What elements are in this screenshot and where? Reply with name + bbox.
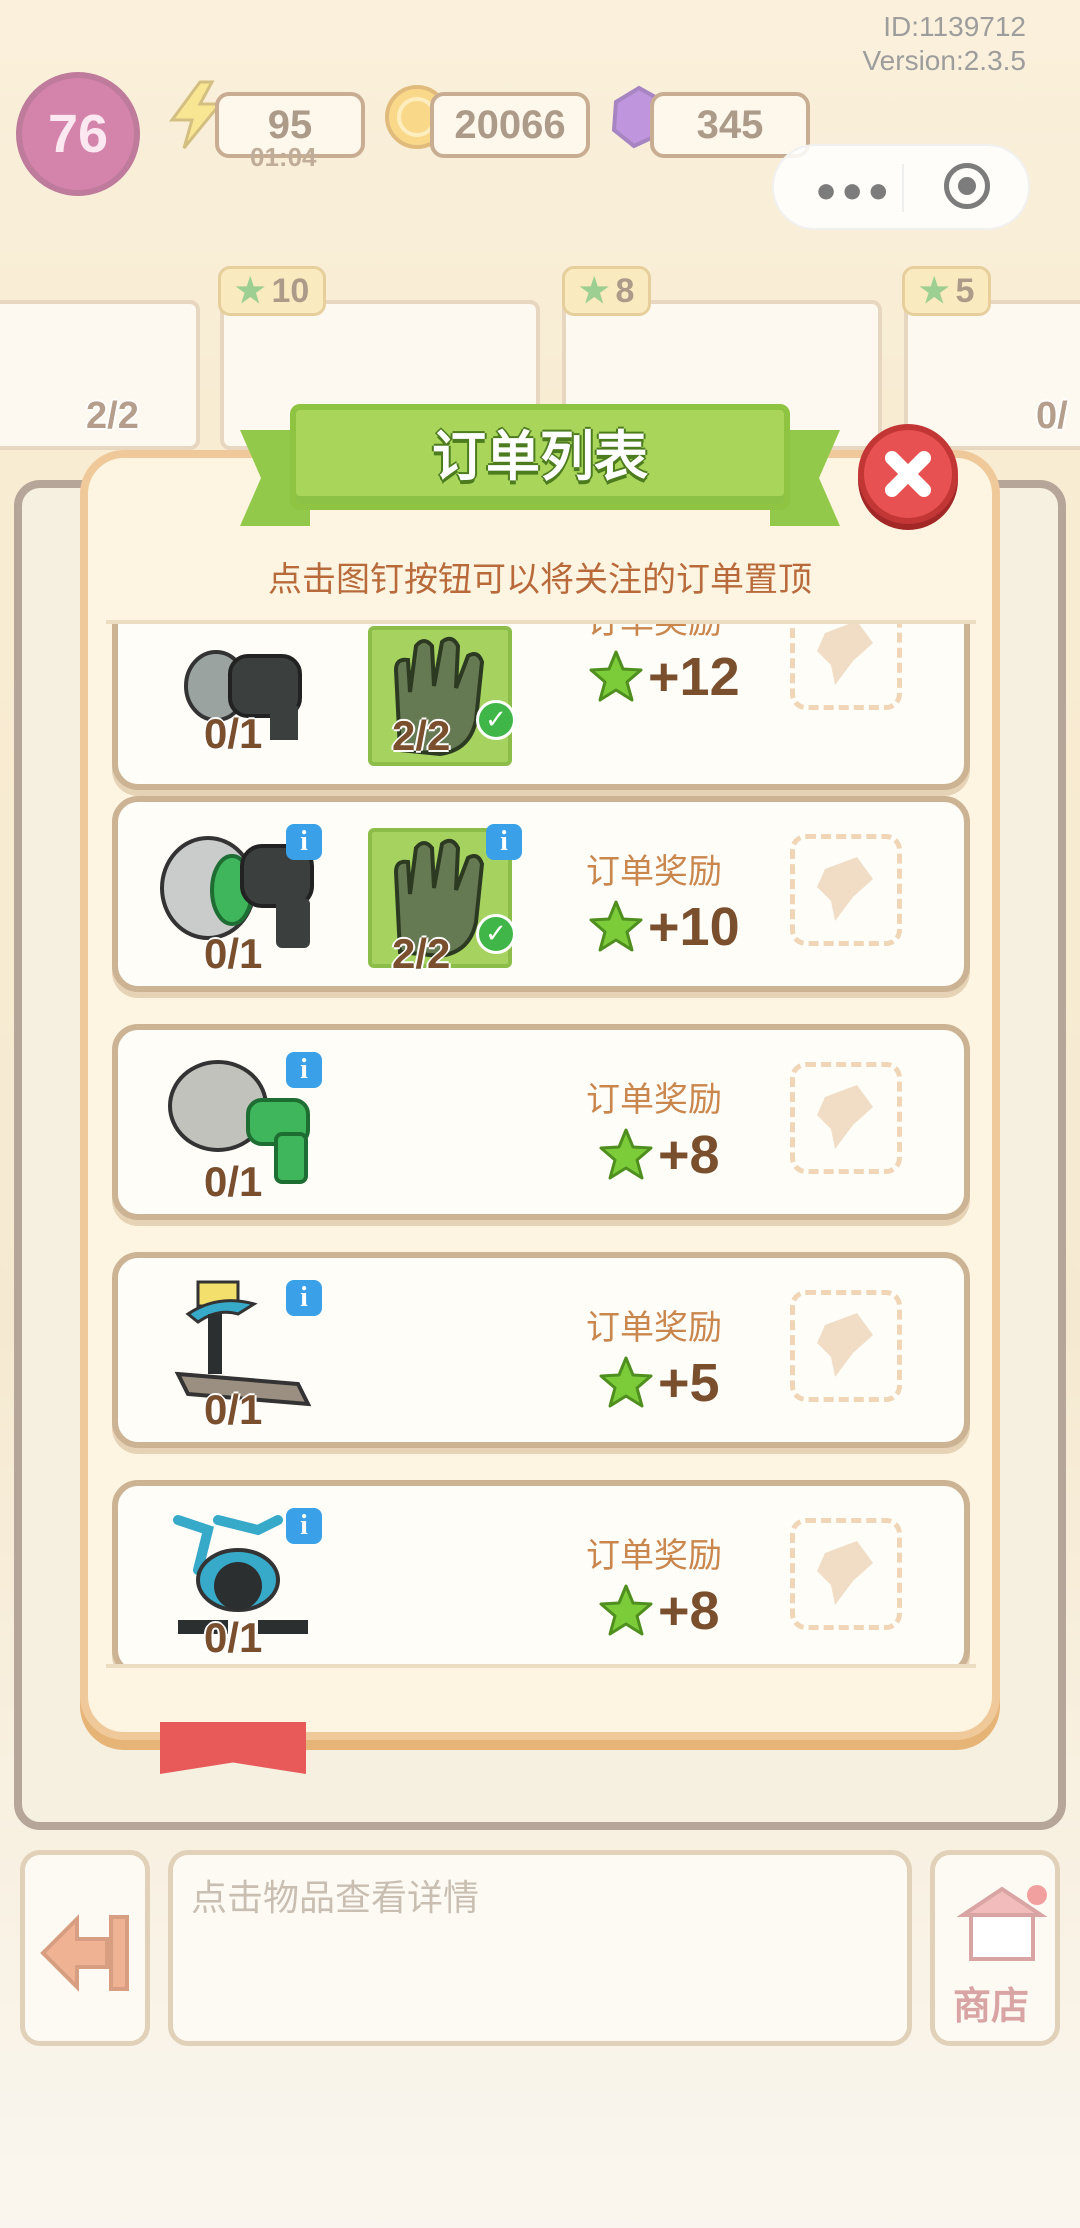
item-count: 0/1 <box>204 710 263 757</box>
star-reward-icon <box>599 1356 653 1408</box>
item-count: 0/1 <box>204 1386 263 1433</box>
order-row-4[interactable]: i 0/1 订单奖励 +5 <box>112 1252 970 1448</box>
star-reward-icon <box>599 1584 653 1636</box>
complete-check-icon: ✓ <box>476 700 516 740</box>
reward-label: 订单奖励 <box>586 1308 722 1348</box>
pin-icon <box>817 624 873 685</box>
item-count: 2/2 <box>392 930 451 977</box>
reward-amount: +10 <box>648 897 740 957</box>
order-row-3[interactable]: i 0/1 订单奖励 +8 <box>112 1024 970 1220</box>
reward-label: 订单奖励 <box>586 620 722 642</box>
pin-icon <box>817 1541 873 1605</box>
item-info-icon[interactable]: i <box>486 824 522 860</box>
reward-value: +12 <box>588 646 740 708</box>
item-info-icon[interactable]: i <box>286 1508 322 1544</box>
reward-amount: +8 <box>658 1125 720 1185</box>
reward-value: +10 <box>588 896 740 958</box>
order-row-5[interactable]: i 0/1 订单奖励 +8 <box>112 1480 970 1664</box>
reward-value: +8 <box>598 1580 720 1642</box>
close-dialog-button[interactable] <box>858 424 958 524</box>
reward-value: +8 <box>598 1124 720 1186</box>
pin-icon <box>817 857 873 921</box>
reward-label: 订单奖励 <box>586 1080 722 1120</box>
pin-button[interactable] <box>790 1062 902 1174</box>
reward-label: 订单奖励 <box>586 1536 722 1576</box>
pin-button[interactable] <box>790 1518 902 1630</box>
item-count: 2/2 <box>392 712 451 759</box>
pin-icon <box>817 1313 873 1377</box>
item-count: 0/1 <box>204 1614 263 1661</box>
item-count: 0/1 <box>204 930 263 977</box>
item-info-icon[interactable]: i <box>286 824 322 860</box>
reward-amount: +12 <box>648 647 740 707</box>
order-row-1[interactable]: 0/1 2/2 ✓ 订单奖励 +12 <box>112 620 970 790</box>
star-reward-icon <box>599 1128 653 1180</box>
reward-amount: +5 <box>658 1353 720 1413</box>
pin-button[interactable] <box>790 834 902 946</box>
reward-amount: +8 <box>658 1581 720 1641</box>
pin-button[interactable] <box>790 1290 902 1402</box>
order-list[interactable]: 0/1 2/2 ✓ 订单奖励 +12 i 0/1 i 2/2 ✓ 订单奖励 +1… <box>106 620 976 1668</box>
star-reward-icon <box>589 650 643 702</box>
pin-button[interactable] <box>790 624 902 710</box>
pin-icon <box>817 1085 873 1149</box>
star-reward-icon <box>589 900 643 952</box>
item-count: 0/1 <box>204 1158 263 1205</box>
close-icon <box>885 451 931 497</box>
dialog-subtitle: 点击图钉按钮可以将关注的订单置顶 <box>268 560 812 600</box>
item-info-icon[interactable]: i <box>286 1052 322 1088</box>
complete-check-icon: ✓ <box>476 914 516 954</box>
dialog-title: 订单列表 <box>432 425 648 488</box>
item-info-icon[interactable]: i <box>286 1280 322 1316</box>
reward-value: +5 <box>598 1352 720 1414</box>
order-row-2[interactable]: i 0/1 i 2/2 ✓ 订单奖励 +10 <box>112 796 970 992</box>
reward-label: 订单奖励 <box>586 852 722 892</box>
